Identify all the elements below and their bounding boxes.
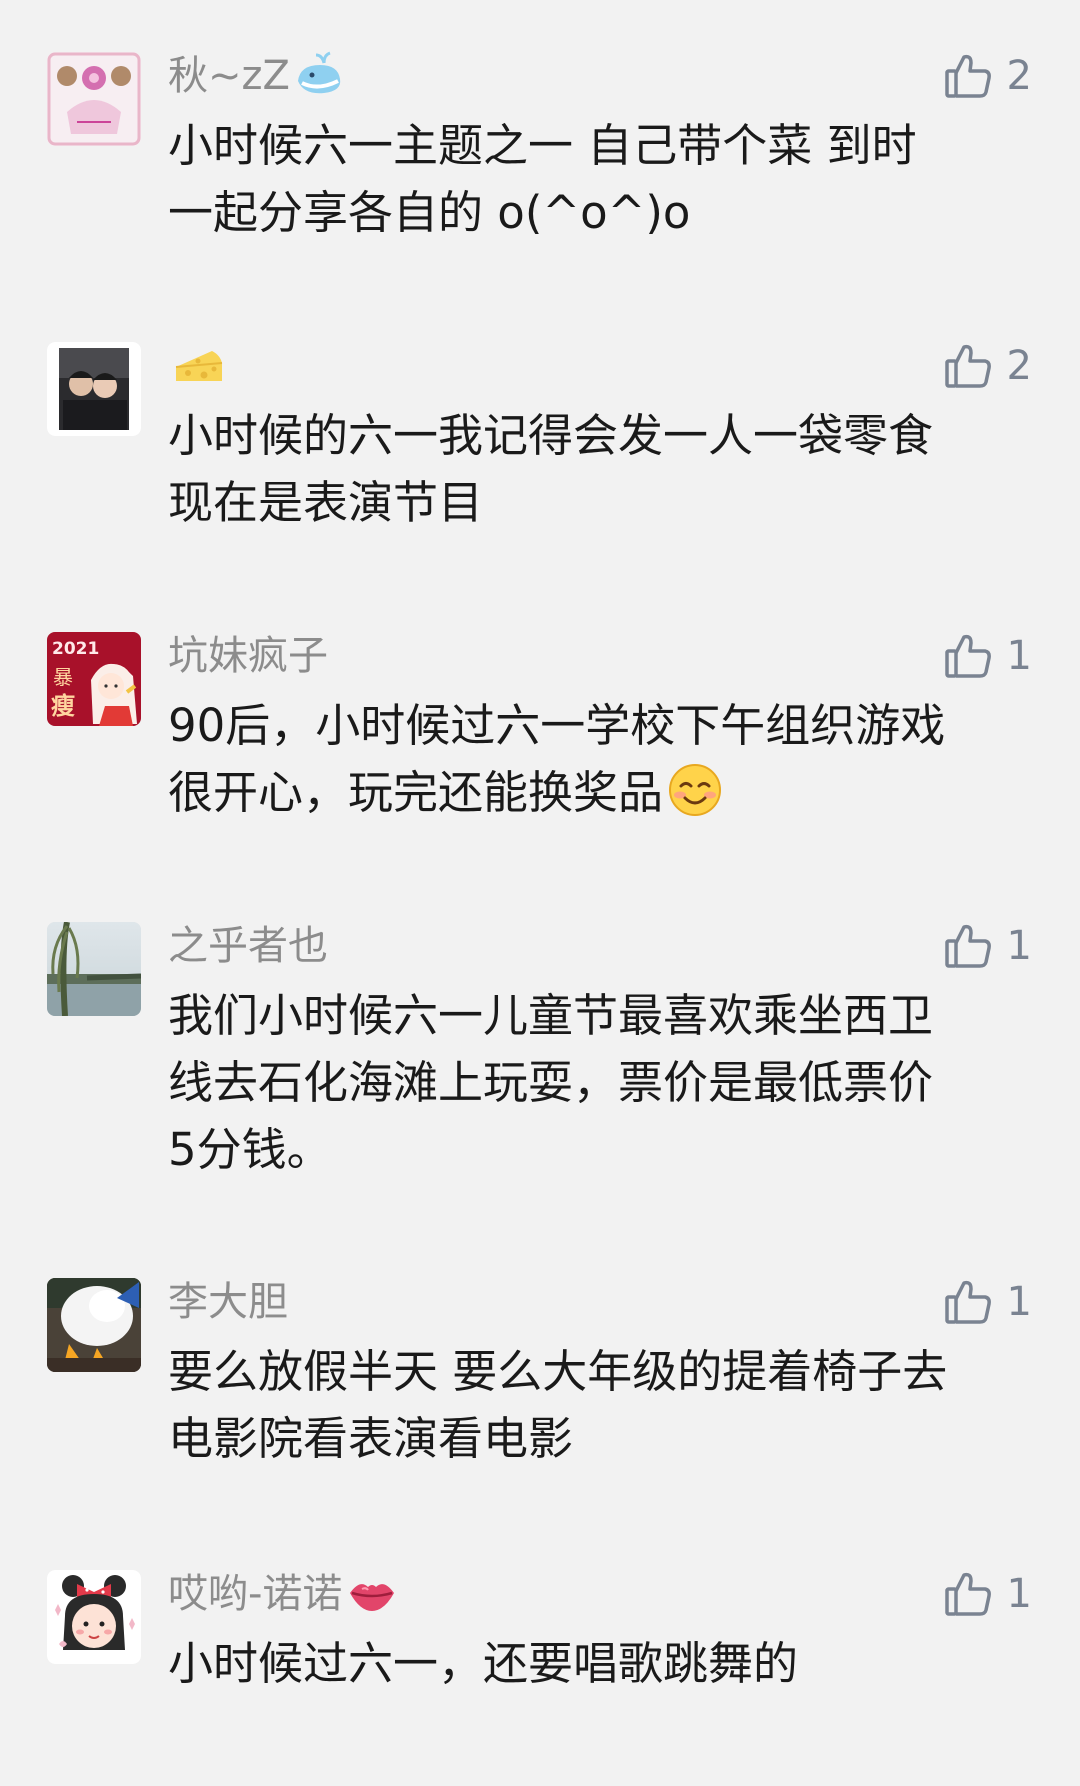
comment-text-line: 小时候的六一我记得会发一人一袋零食 bbox=[168, 409, 934, 462]
avatar[interactable] bbox=[47, 922, 141, 1016]
avatar[interactable] bbox=[47, 1570, 141, 1664]
smiling-face-icon bbox=[667, 762, 723, 818]
comment-text-line: 电影院看表演看电影 bbox=[168, 1412, 574, 1465]
avatar-image bbox=[47, 1570, 141, 1664]
thumbs-up-icon bbox=[943, 921, 993, 971]
thumbs-up-icon bbox=[943, 341, 993, 391]
comment-text-line: 线去石化海滩上玩耍，票价是最低票价 bbox=[168, 1056, 934, 1109]
comment-text: 小时候的六一我记得会发一人一袋零食 现在是表演节目 bbox=[168, 402, 1038, 536]
like-count: 2 bbox=[1006, 343, 1032, 389]
like-button[interactable]: 1 bbox=[943, 1274, 1032, 1330]
author-name: 秋~zZ bbox=[168, 53, 290, 99]
whale-icon bbox=[294, 51, 346, 101]
avatar-image: 2021 暴 瘦 bbox=[47, 632, 141, 726]
like-button[interactable]: 1 bbox=[943, 1566, 1032, 1622]
avatar-image bbox=[47, 922, 141, 1016]
comment-text: 90后，小时候过六一学校下午组织游戏 很开心，玩完还能换奖品 bbox=[168, 692, 1038, 826]
avatar[interactable] bbox=[47, 52, 141, 146]
comment-text-line: 现在是表演节目 bbox=[168, 476, 484, 529]
comment-text-line: 90后，小时候过六一学校下午组织游戏 bbox=[168, 699, 946, 752]
avatar[interactable]: 2021 暴 瘦 bbox=[47, 632, 141, 726]
thumbs-up-icon bbox=[943, 631, 993, 681]
avatar-image bbox=[47, 52, 141, 146]
comment-text: 我们小时候六一儿童节最喜欢乘坐西卫 线去石化海滩上玩耍，票价是最低票价 5分钱。 bbox=[168, 982, 1038, 1183]
comment-author[interactable]: 李大胆 bbox=[168, 1274, 288, 1330]
avatar-image bbox=[47, 1278, 141, 1372]
comment-author[interactable]: 坑妹疯子 bbox=[168, 628, 328, 684]
comment-text-line: 一起分享各自的 o(^o^)o bbox=[168, 186, 691, 239]
avatar-badge-char: 瘦 bbox=[51, 692, 75, 720]
like-count: 1 bbox=[1006, 1279, 1032, 1325]
thumbs-up-icon bbox=[943, 1277, 993, 1327]
avatar-badge-char: 暴 bbox=[53, 665, 73, 689]
comment-text-line: 小时候六一主题之一 自己带个菜 到时 bbox=[168, 119, 917, 172]
comment-text-line: 我们小时候六一儿童节最喜欢乘坐西卫 bbox=[168, 989, 934, 1042]
avatar[interactable] bbox=[47, 1278, 141, 1372]
comment-author[interactable] bbox=[168, 338, 224, 394]
comment-text-fragment: 很开心，玩完还能换奖品 bbox=[168, 766, 664, 819]
like-count: 1 bbox=[1006, 923, 1032, 969]
like-button[interactable]: 1 bbox=[943, 918, 1032, 974]
comment-list: 秋~zZ 2 小时候六一主题之一 自己带个菜 到时 一起分享各自的 o(^o^)… bbox=[0, 0, 1080, 1786]
comment-text-line: 很开心，玩完还能换奖品 bbox=[168, 759, 1038, 826]
lips-icon bbox=[346, 1569, 398, 1619]
comment-author[interactable]: 之乎者也 bbox=[168, 918, 328, 974]
author-name: 坑妹疯子 bbox=[168, 633, 328, 679]
comment-text-line: 5分钱。 bbox=[168, 1123, 332, 1176]
thumbs-up-icon bbox=[943, 51, 993, 101]
like-button[interactable]: 2 bbox=[943, 338, 1032, 394]
comment-text-line: 要么放假半天 要么大年级的提着椅子去 bbox=[168, 1345, 948, 1398]
author-name: 之乎者也 bbox=[168, 923, 328, 969]
avatar-image bbox=[47, 342, 141, 436]
author-name: 哎哟-诺诺 bbox=[168, 1571, 343, 1617]
like-button[interactable]: 1 bbox=[943, 628, 1032, 684]
avatar[interactable] bbox=[47, 342, 141, 436]
comment-author[interactable]: 哎哟-诺诺 bbox=[168, 1566, 398, 1622]
cheese-icon bbox=[172, 341, 224, 391]
like-count: 1 bbox=[1006, 633, 1032, 679]
avatar-badge-year: 2021 bbox=[52, 639, 99, 659]
like-button[interactable]: 2 bbox=[943, 48, 1032, 104]
comment-text: 小时候六一主题之一 自己带个菜 到时 一起分享各自的 o(^o^)o bbox=[168, 112, 1038, 246]
thumbs-up-icon bbox=[943, 1569, 993, 1619]
comment-text: 小时候过六一，还要唱歌跳舞的 bbox=[168, 1630, 1038, 1697]
like-count: 2 bbox=[1006, 53, 1032, 99]
comment-text: 要么放假半天 要么大年级的提着椅子去 电影院看表演看电影 bbox=[168, 1338, 1038, 1472]
comment-author[interactable]: 秋~zZ bbox=[168, 48, 346, 104]
author-name: 李大胆 bbox=[168, 1279, 288, 1325]
comment-text-line: 小时候过六一，还要唱歌跳舞的 bbox=[168, 1637, 799, 1690]
like-count: 1 bbox=[1006, 1571, 1032, 1617]
